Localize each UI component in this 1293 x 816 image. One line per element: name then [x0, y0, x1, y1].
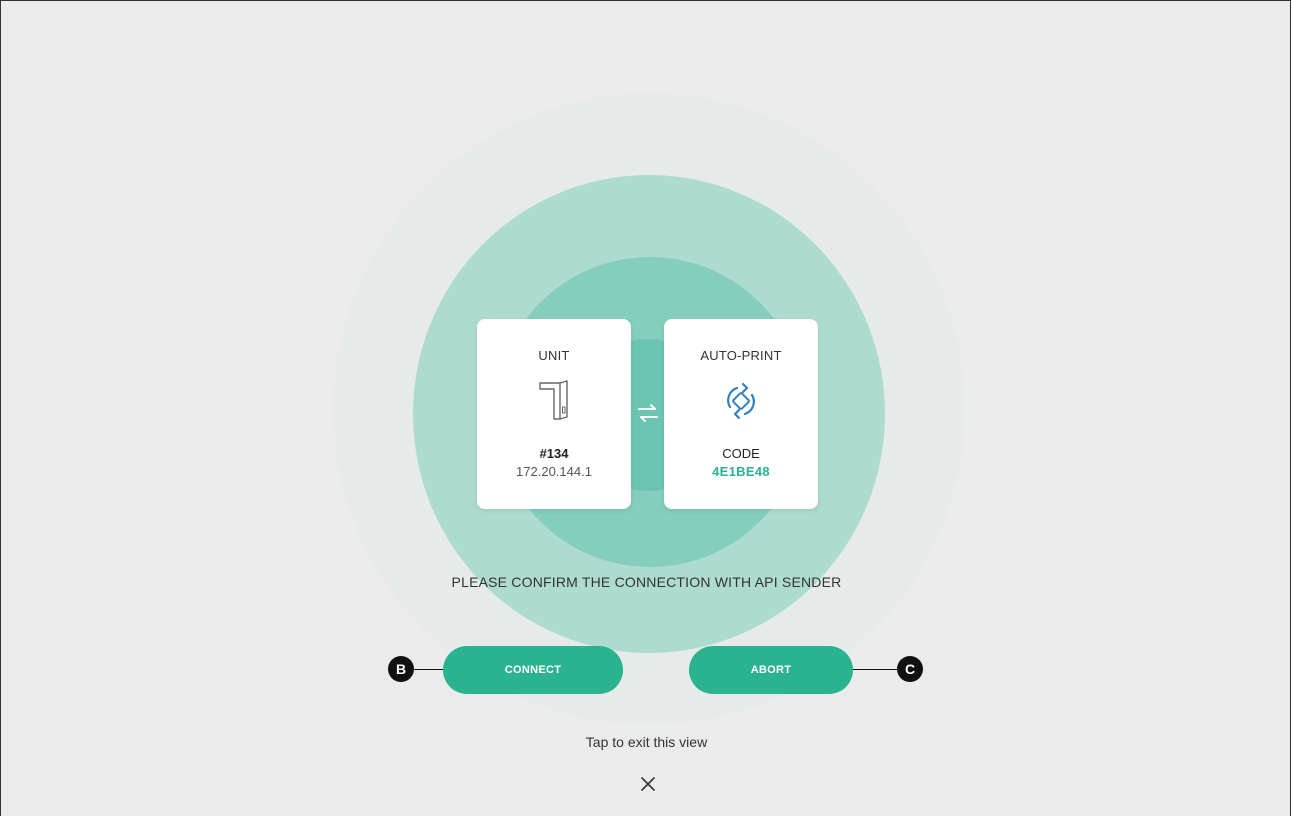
connect-button[interactable]: CONNECT [443, 646, 623, 694]
unit-device-icon [534, 379, 574, 423]
close-icon[interactable] [639, 775, 657, 793]
autoprint-card: AUTO-PRINT CODE 4E1BE48 [664, 319, 818, 509]
callout-marker-b: B [388, 656, 414, 682]
unit-card-title: UNIT [538, 348, 570, 363]
callout-marker-c: C [897, 656, 923, 682]
unit-ip-address: 172.20.144.1 [516, 464, 592, 479]
swap-arrows-icon [636, 401, 660, 425]
code-label: CODE [722, 446, 760, 461]
unit-card: UNIT #134 172.20.144.1 [477, 319, 631, 509]
exit-hint[interactable]: Tap to exit this view [1, 734, 1290, 750]
code-value: 4E1BE48 [712, 464, 770, 479]
confirm-prompt: PLEASE CONFIRM THE CONNECTION WITH API S… [451, 574, 842, 590]
connection-screen: UNIT #134 172.20.144.1 AUTO-PRINT CODE 4… [0, 0, 1291, 816]
abort-button[interactable]: ABORT [689, 646, 853, 694]
unit-number: #134 [539, 446, 569, 461]
sync-icon [721, 379, 761, 423]
autoprint-card-title: AUTO-PRINT [700, 348, 782, 363]
